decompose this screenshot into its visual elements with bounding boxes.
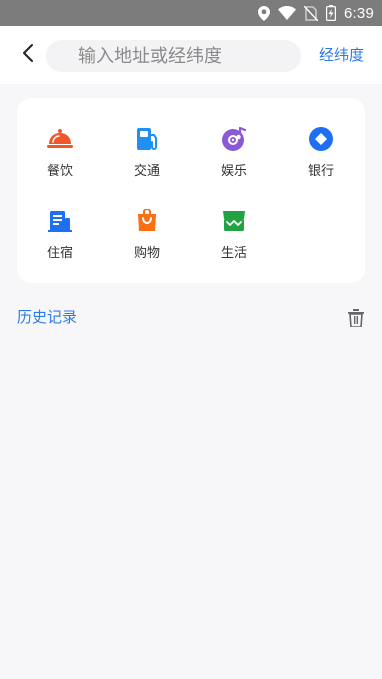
status-time: 6:39 [344,4,374,22]
category-life[interactable]: 生活 [199,208,269,278]
wifi-icon [278,6,296,20]
battery-charging-icon [326,5,336,21]
chevron-left-icon [22,43,34,67]
coordinates-button[interactable]: 经纬度 [319,44,364,65]
status-bar: 6:39 [0,0,382,26]
store-icon [221,208,247,234]
category-label: 生活 [220,246,247,261]
category-transport[interactable]: 交通 [112,126,182,196]
trash-icon [348,309,364,331]
category-dining[interactable]: 餐饮 [25,126,95,196]
bank-icon [308,126,334,152]
shopping-bag-icon [134,208,160,234]
category-bank[interactable]: 银行 [286,126,356,196]
category-lodging[interactable]: 住宿 [25,208,95,278]
category-label: 银行 [307,164,334,179]
category-label: 餐饮 [46,164,73,179]
music-disc-icon [221,126,247,152]
dining-icon [47,126,73,152]
history-title: 历史记录 [17,308,78,326]
category-label: 交通 [133,164,160,179]
category-entertainment[interactable]: 娱乐 [199,126,269,196]
gas-station-icon [134,126,160,152]
category-card: 餐饮 交通 娱乐 银行 住宿 购物 生活 [17,98,365,283]
category-label: 住宿 [46,246,73,261]
category-label: 娱乐 [220,164,247,179]
search-input[interactable] [76,44,301,68]
location-icon [258,5,270,21]
no-sim-icon [304,5,318,21]
hotel-icon [47,208,73,234]
clear-history-button[interactable] [345,309,367,331]
search-box [46,40,301,72]
category-shopping[interactable]: 购物 [112,208,182,278]
category-label: 购物 [133,246,160,261]
back-button[interactable] [14,40,42,70]
search-header: 经纬度 [0,26,382,84]
